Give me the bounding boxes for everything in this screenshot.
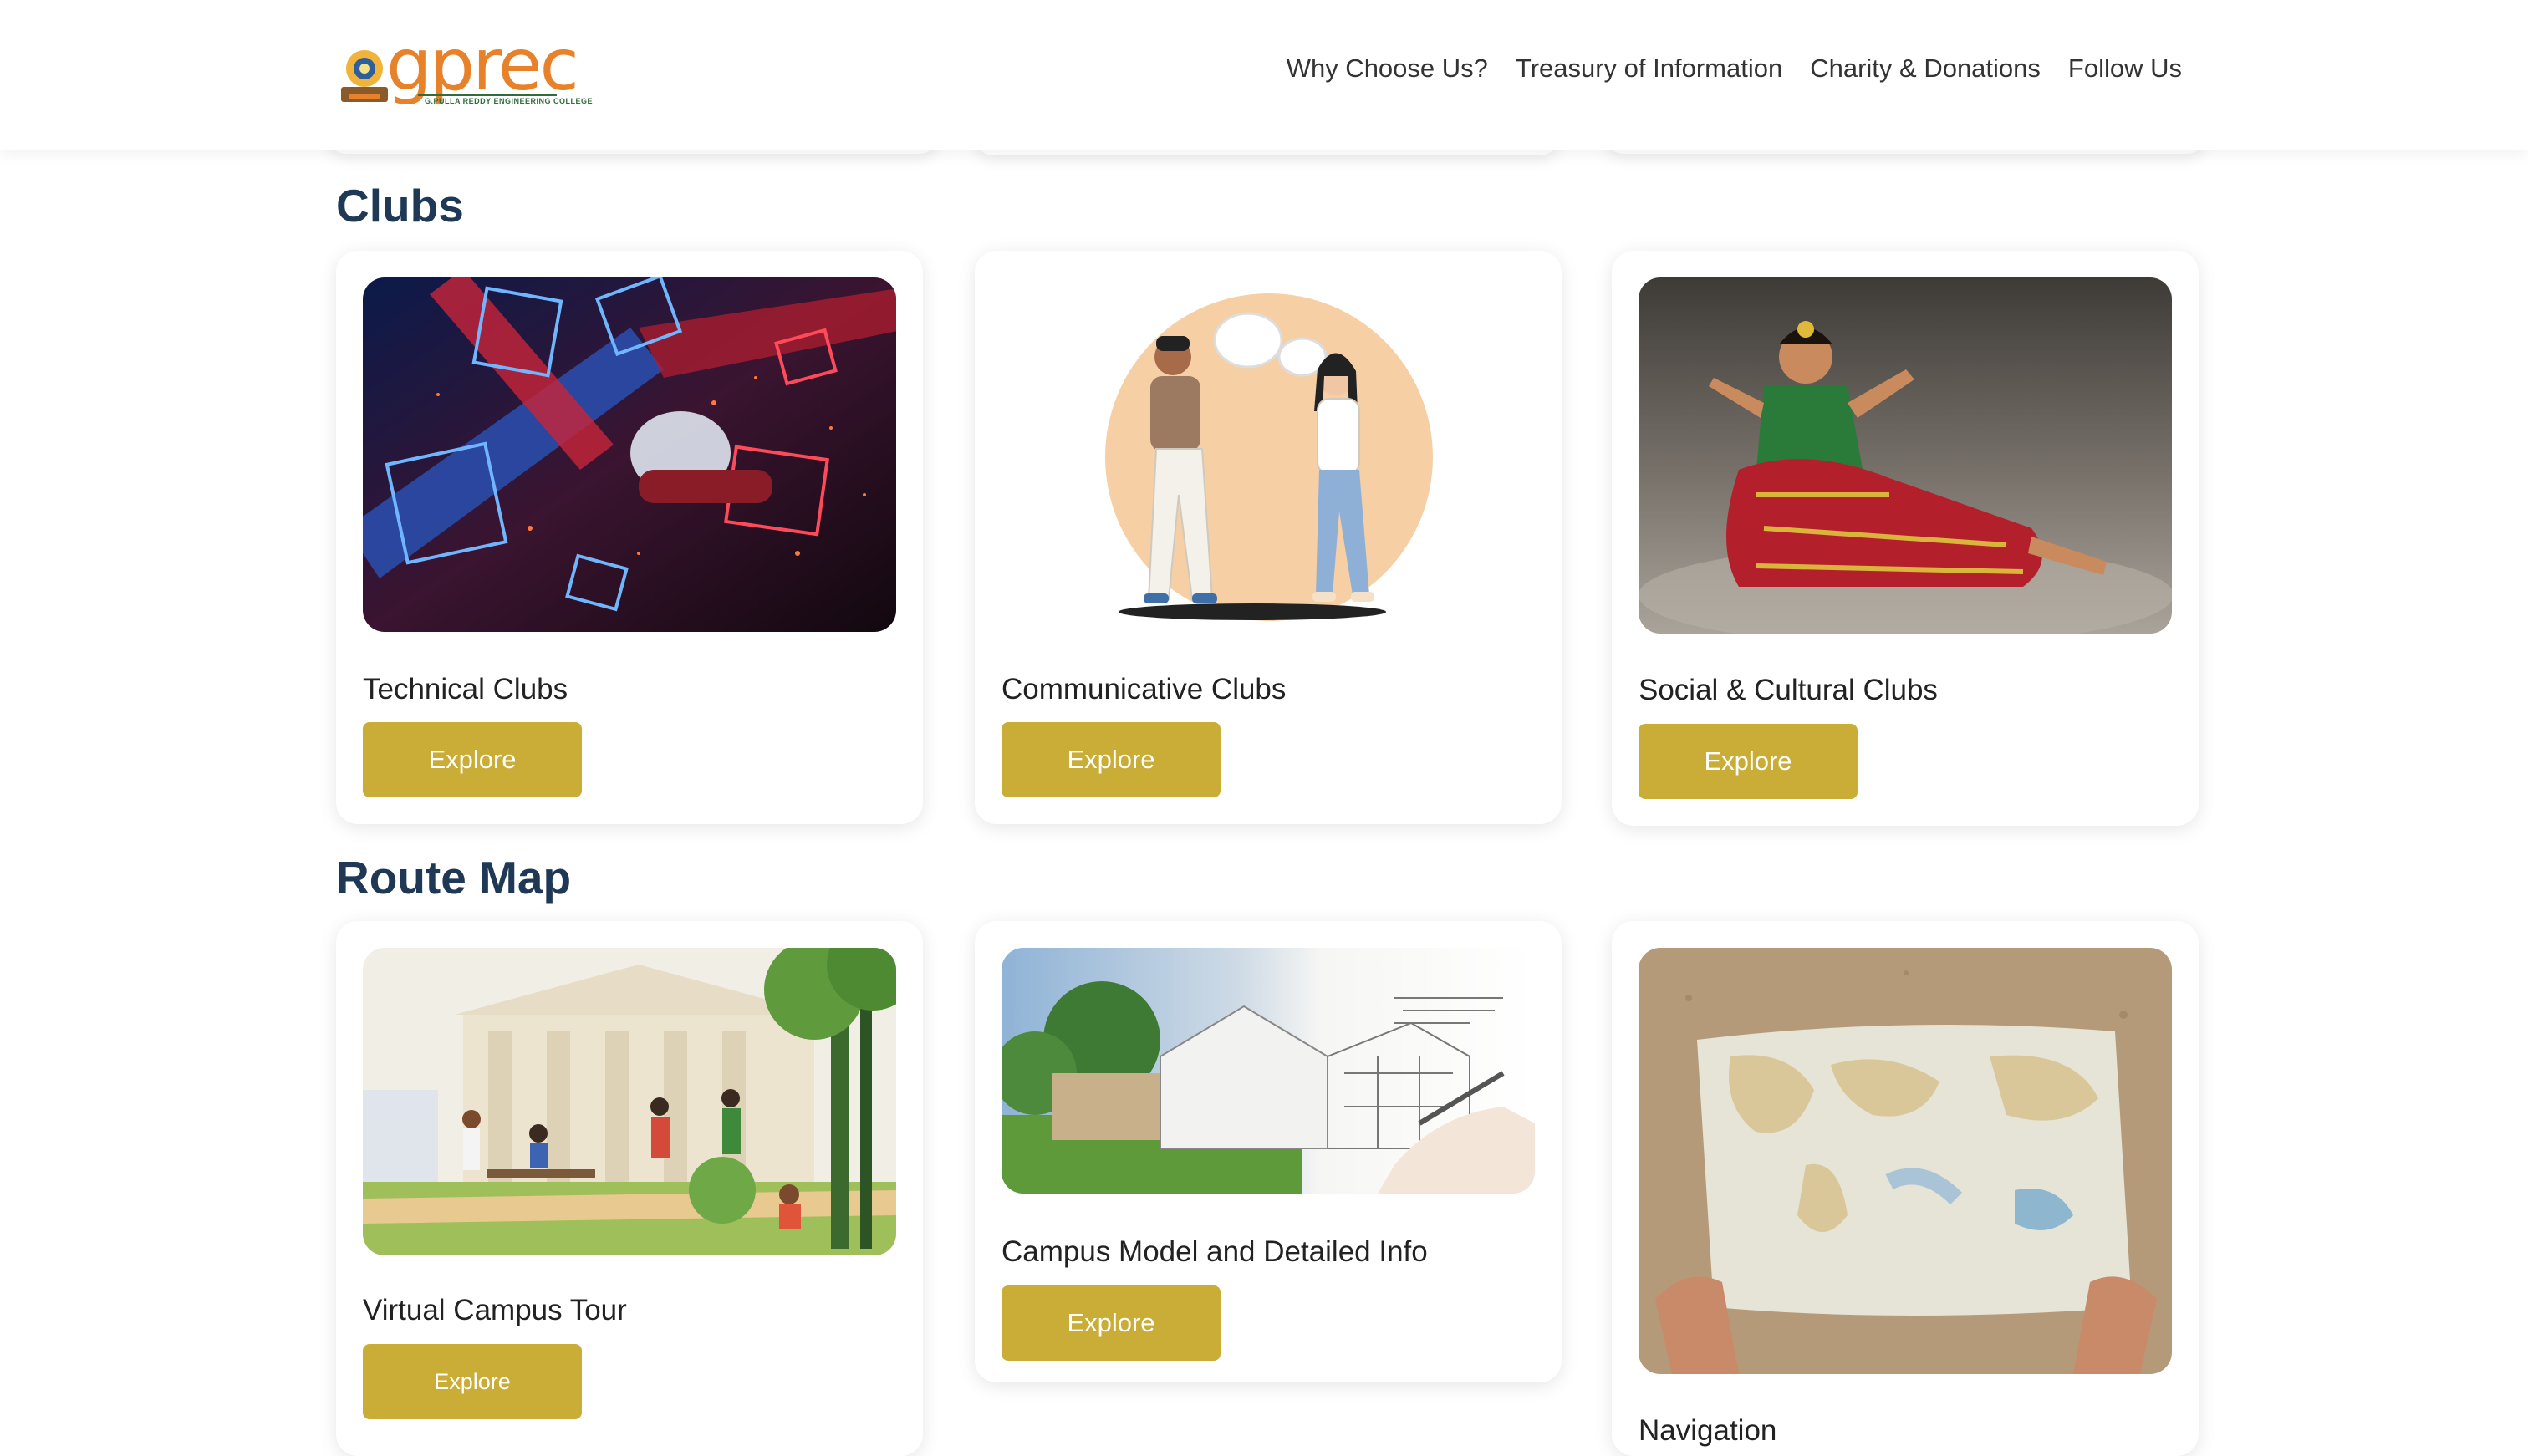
people-talking-illustration: [1105, 293, 1433, 621]
route-card-campus-model: Campus Model and Detailed Info Explore: [975, 921, 1562, 1382]
nav-follow-us[interactable]: Follow Us: [2068, 53, 2182, 84]
section-title-clubs: Clubs: [336, 180, 464, 232]
logo-subtext: G.PULLA REDDY ENGINEERING COLLEGE: [425, 97, 594, 105]
building-sketch-image: [1002, 948, 1535, 1194]
card-title: Campus Model and Detailed Info: [1002, 1235, 1428, 1268]
card-title: Technical Clubs: [363, 673, 568, 705]
section-title-route-map: Route Map: [336, 852, 572, 904]
card-title: Navigation: [1639, 1414, 1777, 1447]
explore-button-communicative-clubs[interactable]: Explore: [1002, 722, 1221, 797]
site-header: gprec G.PULLA REDDY ENGINEERING COLLEGE …: [0, 0, 2528, 150]
world-map-hands-image: [1639, 948, 2172, 1374]
club-card-communicative: Communicative Clubs Explore: [975, 251, 1562, 824]
nav-treasury-of-information[interactable]: Treasury of Information: [1516, 53, 1782, 84]
explore-button-technical-clubs[interactable]: Explore: [363, 722, 582, 797]
logo-underline: [418, 94, 557, 96]
campus-illustration: [363, 948, 896, 1255]
communicative-clubs-image: [1002, 277, 1535, 632]
explore-button-campus-model[interactable]: Explore: [1002, 1285, 1221, 1361]
nav-why-choose-us[interactable]: Why Choose Us?: [1287, 53, 1488, 84]
card-title: Virtual Campus Tour: [363, 1294, 627, 1326]
card-title: Social & Cultural Clubs: [1639, 674, 1938, 706]
explore-button-social-cultural-clubs[interactable]: Explore: [1639, 724, 1858, 799]
nav-charity-donations[interactable]: Charity & Donations: [1810, 53, 2041, 84]
college-logo[interactable]: gprec G.PULLA REDDY ENGINEERING COLLEGE: [338, 23, 593, 112]
campus-model-image: [1002, 948, 1535, 1194]
club-card-social-cultural: Social & Cultural Clubs Explore: [1612, 251, 2199, 826]
route-card-navigation: Navigation: [1612, 921, 2199, 1456]
social-cultural-clubs-image: [1639, 277, 2172, 634]
route-card-virtual-campus-tour: Virtual Campus Tour Explore: [336, 921, 923, 1456]
card-title: Communicative Clubs: [1002, 673, 1287, 705]
virtual-campus-tour-image: [363, 948, 896, 1255]
classical-dancer-image: [1639, 277, 2172, 634]
technical-clubs-image: [363, 277, 896, 632]
club-card-technical: Technical Clubs Explore: [336, 251, 923, 824]
vr-neon-cubes-image: [363, 277, 896, 632]
main-nav: Why Choose Us? Treasury of Information C…: [1287, 53, 2182, 84]
navigation-image: [1639, 948, 2172, 1374]
explore-button-virtual-campus-tour[interactable]: Explore: [363, 1344, 582, 1419]
college-emblem-icon: [341, 50, 388, 102]
